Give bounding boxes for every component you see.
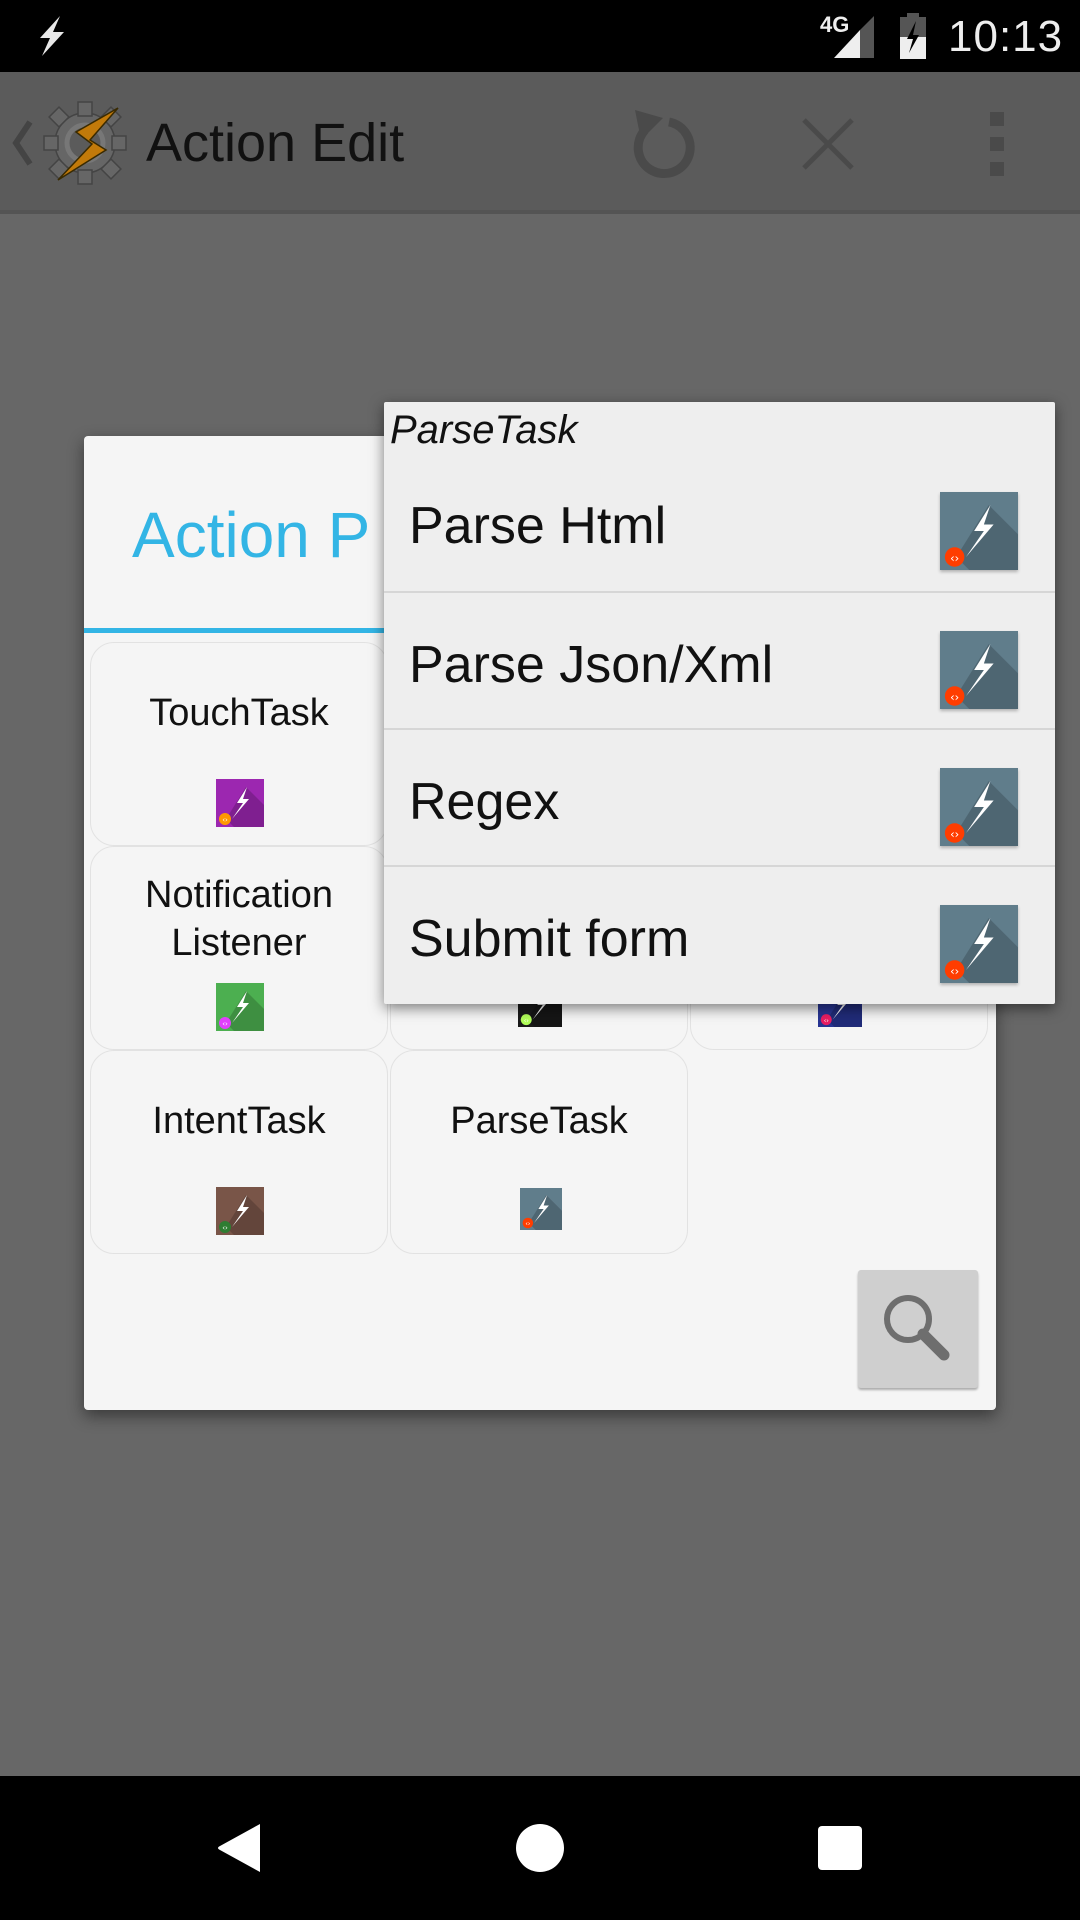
menu-item-regex[interactable]: Regex ‹›: [384, 728, 1055, 865]
menu-item-label: Regex: [409, 773, 560, 831]
svg-text:‹›: ‹›: [950, 964, 959, 978]
tasker-bolt-icon: [40, 16, 64, 56]
plugin-cell-parsetask[interactable]: ParseTask ‹›: [390, 1050, 688, 1254]
recents-icon: [818, 1826, 862, 1870]
svg-text:‹›: ‹›: [525, 1221, 530, 1228]
intenttask-plugin-icon: ‹›: [216, 1187, 264, 1235]
notification-listener-plugin-icon: ‹›: [216, 983, 264, 1031]
back-button[interactable]: [200, 1812, 280, 1884]
back-icon: [218, 1824, 260, 1872]
menu-title: ParseTask: [390, 408, 578, 452]
menu-item-parse-json-xml[interactable]: Parse Json/Xml ‹›: [384, 591, 1055, 728]
parsetask-action-menu: ParseTask Parse Html ‹› Parse Json/Xml ‹…: [384, 402, 1055, 1004]
parsetask-plugin-icon: ‹›: [940, 905, 1018, 983]
menu-item-label: Parse Json/Xml: [409, 636, 774, 694]
search-icon: [884, 1295, 950, 1361]
system-nav-bar: [0, 1776, 1080, 1920]
svg-text:‹›: ‹›: [824, 1016, 830, 1024]
menu-item-parse-html[interactable]: Parse Html ‹›: [384, 454, 1055, 591]
svg-text:‹›: ‹›: [950, 551, 959, 565]
plugin-label: Notification Listener: [145, 874, 333, 964]
plugin-cell-touchtask[interactable]: TouchTask ‹›: [90, 642, 388, 846]
svg-text:‹›: ‹›: [524, 1016, 530, 1024]
touchtask-plugin-icon: ‹›: [216, 779, 264, 827]
battery-charging-icon: [900, 13, 926, 59]
signal-icon: [834, 16, 874, 58]
svg-text:‹›: ‹›: [222, 1020, 228, 1028]
svg-text:‹›: ‹›: [222, 1224, 228, 1232]
search-button[interactable]: [858, 1270, 978, 1388]
svg-text:‹›: ‹›: [950, 827, 959, 841]
clock: 10:13: [948, 12, 1064, 61]
menu-item-submit-form[interactable]: Submit form ‹›: [384, 865, 1055, 1002]
close-icon: [802, 118, 854, 170]
svg-text:‹›: ‹›: [222, 816, 228, 824]
parsetask-plugin-icon: ‹›: [940, 492, 1018, 570]
plugin-cell-intenttask[interactable]: IntentTask ‹›: [90, 1050, 388, 1254]
plugin-label: TouchTask: [149, 692, 329, 734]
plugin-label: ParseTask: [450, 1100, 628, 1142]
menu-item-label: Submit form: [409, 910, 690, 968]
page-title: Action Edit: [146, 113, 405, 173]
undo-icon: [633, 110, 695, 178]
status-bar: 4G 10:13: [0, 0, 1080, 72]
parsetask-plugin-icon: ‹›: [940, 631, 1018, 709]
parsetask-plugin-icon: ‹›: [940, 768, 1018, 846]
parsetask-plugin-icon: ‹›: [520, 1188, 562, 1230]
home-button[interactable]: [500, 1812, 580, 1884]
plugin-cell-notification-listener[interactable]: Notification Listener ‹›: [90, 846, 388, 1050]
recents-button[interactable]: [800, 1812, 880, 1884]
plugin-label: IntentTask: [152, 1100, 326, 1142]
menu-item-label: Parse Html: [409, 497, 667, 555]
undo-button[interactable]: [618, 102, 702, 186]
app-toolbar: Action Edit: [0, 72, 1080, 214]
tasker-logo-icon: [43, 101, 127, 185]
close-button[interactable]: [786, 102, 870, 186]
svg-text:‹›: ‹›: [950, 690, 959, 704]
up-navigation-icon[interactable]: [10, 118, 34, 168]
overflow-menu-button[interactable]: [956, 102, 1040, 186]
dialog-title: Action P: [132, 499, 371, 571]
overflow-menu-icon: [990, 112, 1004, 176]
home-icon: [516, 1824, 564, 1872]
